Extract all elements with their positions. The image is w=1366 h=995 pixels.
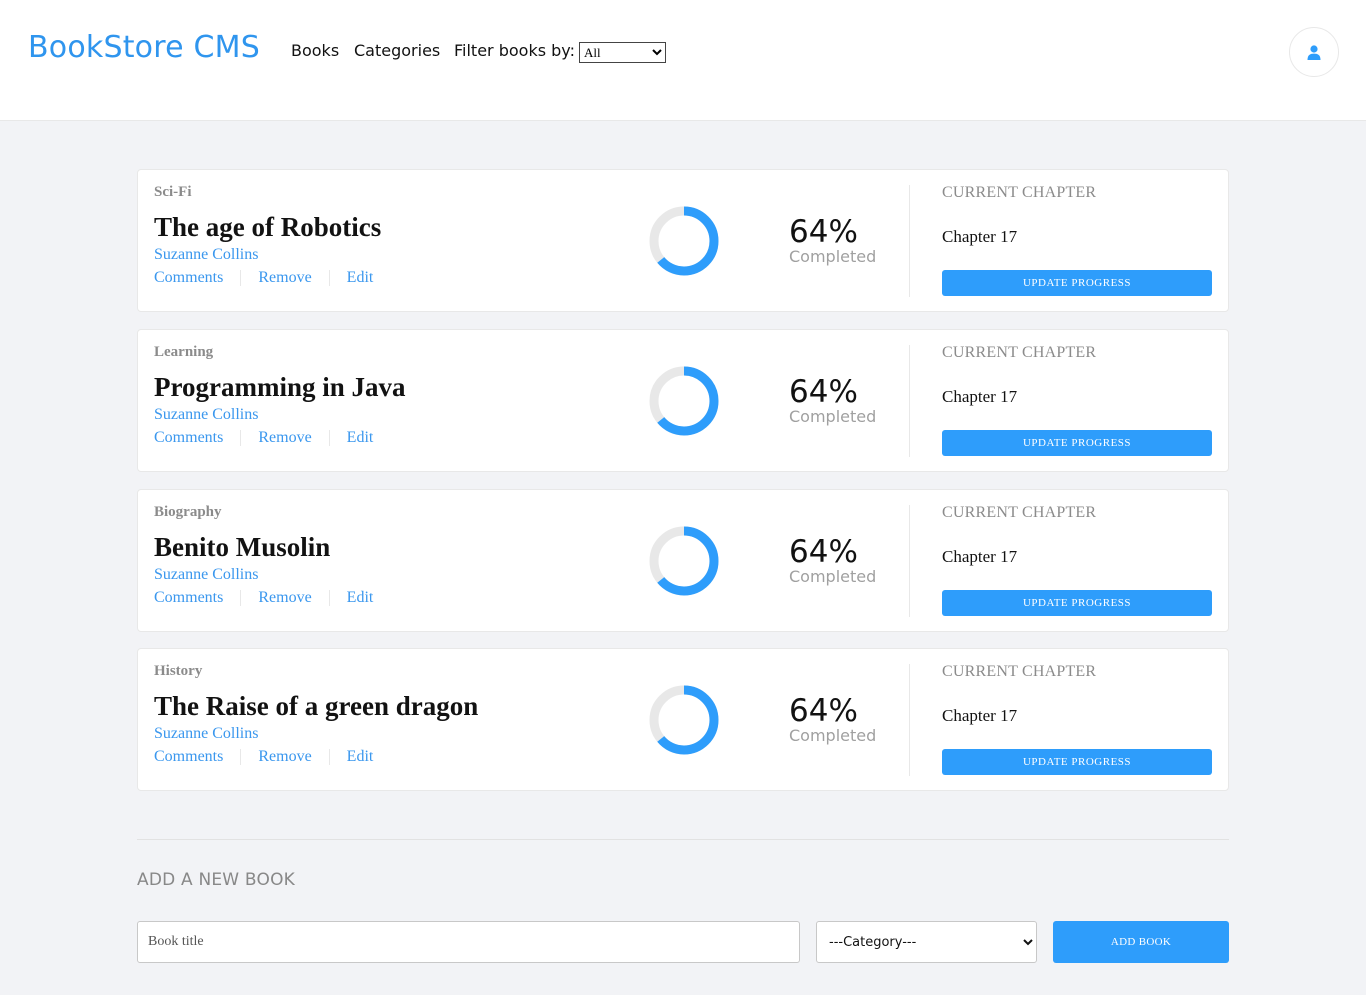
current-chapter-label: CURRENT CHAPTER <box>942 663 1097 680</box>
book-title: Benito Musolin <box>154 532 331 562</box>
current-chapter: Chapter 17 <box>942 387 1018 406</box>
book-genre: Learning <box>154 344 214 360</box>
action-divider <box>328 270 330 286</box>
action-divider <box>240 590 242 606</box>
add-book-button[interactable]: ADD BOOK <box>1053 921 1229 963</box>
book-author[interactable]: Suzanne Collins <box>154 725 258 743</box>
remove-button[interactable]: Remove <box>258 429 311 447</box>
action-divider <box>328 749 330 765</box>
card-divider <box>909 345 910 457</box>
book-actions: Comments Remove Edit <box>154 269 373 287</box>
remove-button[interactable]: Remove <box>258 269 311 287</box>
current-chapter: Chapter 17 <box>942 547 1018 566</box>
book-title: The age of Robotics <box>154 212 382 242</box>
remove-button[interactable]: Remove <box>258 748 311 766</box>
progress-ring <box>649 685 719 755</box>
action-divider <box>240 270 242 286</box>
book-card: Sci-Fi The age of Robotics Suzanne Colli… <box>137 169 1229 312</box>
action-divider <box>240 749 242 765</box>
site-header: BookStore CMS Books Categories Filter bo… <box>0 0 1366 121</box>
card-divider <box>909 185 910 297</box>
book-author[interactable]: Suzanne Collins <box>154 406 258 424</box>
remove-button[interactable]: Remove <box>258 589 311 607</box>
comments-button[interactable]: Comments <box>154 589 223 607</box>
card-divider <box>909 664 910 776</box>
current-chapter: Chapter 17 <box>942 227 1018 246</box>
book-author[interactable]: Suzanne Collins <box>154 566 258 584</box>
brand-logo[interactable]: BookStore CMS <box>28 30 260 65</box>
book-title: Programming in Java <box>154 372 406 402</box>
add-book-heading: ADD A NEW BOOK <box>137 870 295 890</box>
category-select[interactable]: ---Category--- <box>816 921 1037 963</box>
progress-percent: 64% <box>789 534 858 570</box>
progress-ring <box>649 366 719 436</box>
filter-select[interactable]: All <box>579 42 666 63</box>
book-author[interactable]: Suzanne Collins <box>154 246 258 264</box>
progress-ring <box>649 206 719 276</box>
user-icon <box>1307 44 1321 60</box>
action-divider <box>328 430 330 446</box>
book-genre: History <box>154 663 203 679</box>
update-progress-button[interactable]: UPDATE PROGRESS <box>942 430 1212 456</box>
edit-button[interactable]: Edit <box>347 589 374 607</box>
book-title: The Raise of a green dragon <box>154 691 479 721</box>
book-title-input[interactable] <box>137 921 800 963</box>
update-progress-button[interactable]: UPDATE PROGRESS <box>942 270 1212 296</box>
nav-books[interactable]: Books <box>291 41 339 60</box>
current-chapter-label: CURRENT CHAPTER <box>942 344 1097 361</box>
book-actions: Comments Remove Edit <box>154 589 373 607</box>
action-divider <box>328 590 330 606</box>
current-chapter: Chapter 17 <box>942 706 1018 725</box>
progress-percent: 64% <box>789 214 858 250</box>
book-genre: Sci-Fi <box>154 184 192 200</box>
current-chapter-label: CURRENT CHAPTER <box>942 504 1097 521</box>
completed-label: Completed <box>789 726 877 745</box>
book-card: Biography Benito Musolin Suzanne Collins… <box>137 489 1229 632</box>
nav-categories[interactable]: Categories <box>354 41 440 60</box>
completed-label: Completed <box>789 407 877 426</box>
card-divider <box>909 505 910 617</box>
update-progress-button[interactable]: UPDATE PROGRESS <box>942 749 1212 775</box>
completed-label: Completed <box>789 247 877 266</box>
book-genre: Biography <box>154 504 222 520</box>
action-divider <box>240 430 242 446</box>
book-actions: Comments Remove Edit <box>154 429 373 447</box>
edit-button[interactable]: Edit <box>347 748 374 766</box>
book-actions: Comments Remove Edit <box>154 748 373 766</box>
current-chapter-label: CURRENT CHAPTER <box>942 184 1097 201</box>
user-button[interactable] <box>1289 27 1339 77</box>
edit-button[interactable]: Edit <box>347 429 374 447</box>
progress-ring <box>649 526 719 596</box>
progress-percent: 64% <box>789 374 858 410</box>
comments-button[interactable]: Comments <box>154 429 223 447</box>
progress-percent: 64% <box>789 693 858 729</box>
section-divider <box>137 839 1229 840</box>
comments-button[interactable]: Comments <box>154 269 223 287</box>
book-card: History The Raise of a green dragon Suza… <box>137 648 1229 791</box>
edit-button[interactable]: Edit <box>347 269 374 287</box>
update-progress-button[interactable]: UPDATE PROGRESS <box>942 590 1212 616</box>
filter-label: Filter books by: <box>454 41 575 60</box>
book-card: Learning Programming in Java Suzanne Col… <box>137 329 1229 472</box>
completed-label: Completed <box>789 567 877 586</box>
comments-button[interactable]: Comments <box>154 748 223 766</box>
